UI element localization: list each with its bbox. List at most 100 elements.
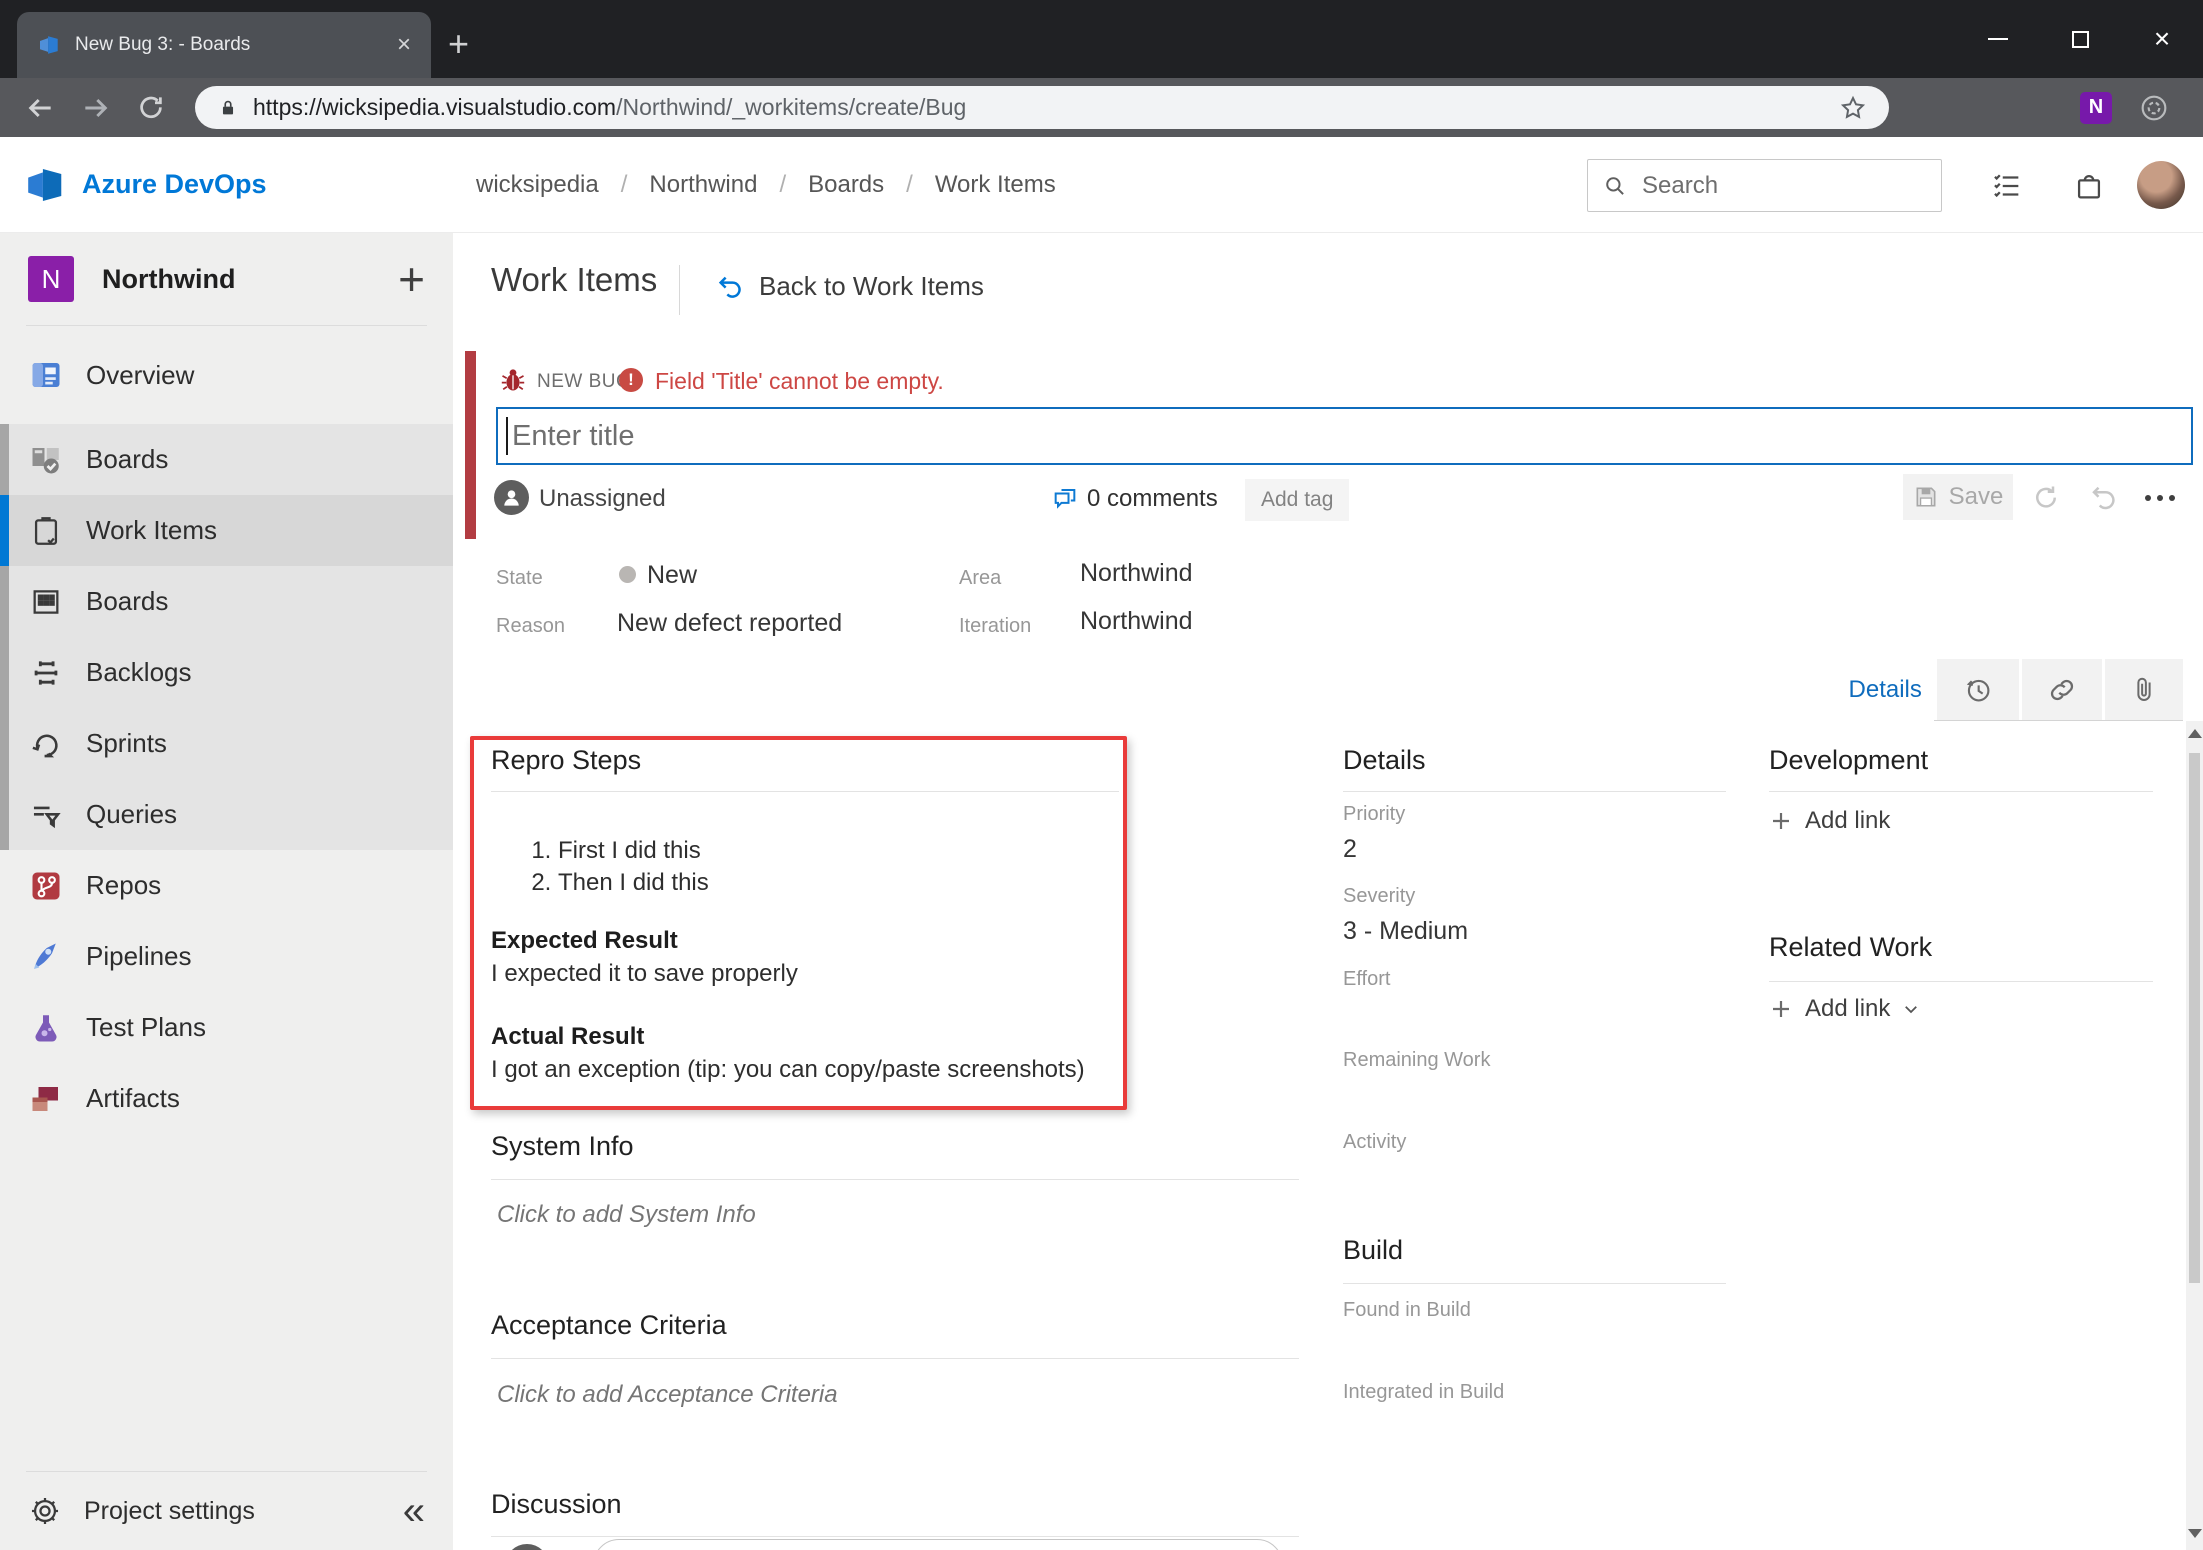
back-to-work-items-link[interactable]: Back to Work Items [715, 271, 984, 302]
assignee-avatar-icon[interactable] [494, 480, 529, 515]
maximize-button[interactable] [2039, 0, 2121, 78]
azure-devops-logo[interactable]: Azure DevOps [24, 164, 267, 206]
user-avatar[interactable] [2137, 161, 2185, 209]
sidebar-item-artifacts[interactable]: Artifacts [0, 1063, 453, 1134]
priority-value[interactable]: 2 [1343, 835, 1357, 864]
sidebar-item-boards[interactable]: Boards [0, 566, 453, 637]
bookmark-star-icon[interactable] [1839, 94, 1867, 122]
add-link-label: Add link [1805, 995, 1890, 1023]
search-input[interactable] [1642, 172, 1892, 200]
reason-value[interactable]: New defect reported [617, 609, 842, 638]
repro-steps-list[interactable]: First I did this Then I did this [528, 835, 709, 899]
sidebar-item-sprints[interactable]: Sprints [0, 708, 453, 779]
add-link-label: Add link [1805, 807, 1890, 835]
collapse-sidebar-icon[interactable]: « [403, 1491, 425, 1531]
comments-count[interactable]: 0 comments [1087, 485, 1218, 513]
project-settings-button[interactable]: Project settings « [0, 1472, 453, 1550]
my-work-items-icon[interactable] [1990, 169, 2024, 203]
extension-icon[interactable] [2196, 94, 2203, 122]
related-work-title: Related Work [1769, 932, 1932, 963]
sidebar-item-label: Backlogs [86, 657, 192, 688]
back-button[interactable] [24, 92, 56, 124]
breadcrumb-separator: / [906, 171, 913, 199]
sidebar-item-work-items[interactable]: Work Items [0, 495, 453, 566]
extension-icon[interactable] [2138, 92, 2170, 124]
scrollbar-thumb[interactable] [2189, 753, 2200, 1283]
assignee-field[interactable]: Unassigned [539, 485, 666, 513]
more-actions-icon[interactable] [2145, 495, 2175, 501]
effort-label: Effort [1343, 968, 1390, 991]
plus-icon [1769, 997, 1793, 1021]
scrollbar[interactable] [2186, 721, 2203, 1550]
error-icon: ! [619, 368, 643, 392]
system-info-placeholder[interactable]: Click to add System Info [497, 1201, 756, 1229]
minimize-button[interactable] [1957, 0, 2039, 78]
title-input[interactable] [496, 407, 2193, 465]
sidebar-item-label: Boards [86, 586, 168, 617]
iteration-label: Iteration [959, 615, 1031, 638]
section-divider [491, 1536, 1299, 1537]
breadcrumb-separator: / [779, 171, 786, 199]
area-value[interactable]: Northwind [1080, 559, 1193, 588]
build-panel-title: Build [1343, 1235, 1403, 1266]
address-bar[interactable]: https://wicksipedia.visualstudio.com/Nor… [195, 86, 1889, 129]
breadcrumb-project[interactable]: Northwind [649, 171, 757, 199]
project-switcher[interactable]: N Northwind + [0, 233, 453, 325]
save-button[interactable]: Save [1903, 474, 2013, 520]
brand-name[interactable]: Azure DevOps [82, 169, 267, 200]
state-label: State [496, 567, 543, 590]
project-settings-label: Project settings [84, 1497, 403, 1526]
text-caret [506, 417, 508, 455]
backlogs-icon [28, 655, 64, 691]
forward-button[interactable] [80, 92, 112, 124]
work-item-type: NEW BUG [537, 371, 631, 393]
work-items-icon [28, 513, 64, 549]
tab-history[interactable] [1937, 659, 2019, 720]
acceptance-criteria-placeholder[interactable]: Click to add Acceptance Criteria [497, 1381, 838, 1409]
undo-icon[interactable] [2089, 482, 2119, 512]
sidebar-item-queries[interactable]: Queries [0, 779, 453, 850]
url-path: /Northwind/_workitems/create/Bug [616, 94, 966, 121]
sidebar-footer: Project settings « [0, 1471, 453, 1550]
sidebar-item-label: Boards [86, 444, 168, 475]
validation-error: Field 'Title' cannot be empty. [655, 368, 944, 395]
refresh-icon[interactable] [2031, 482, 2061, 512]
scroll-down-icon[interactable] [2188, 1529, 2202, 1538]
state-value[interactable]: New [647, 561, 697, 590]
development-add-link-button[interactable]: Add link [1769, 807, 1890, 835]
breadcrumb-page[interactable]: Work Items [935, 171, 1056, 199]
sidebar-item-test-plans[interactable]: Test Plans [0, 992, 453, 1063]
chevron-down-icon [1902, 1000, 1920, 1018]
marketplace-bag-icon[interactable] [2072, 169, 2106, 203]
tab-attachments[interactable] [2105, 659, 2183, 720]
related-work-add-link-button[interactable]: Add link [1769, 995, 1920, 1023]
breadcrumb-hub[interactable]: Boards [808, 171, 884, 199]
tab-links[interactable] [2022, 659, 2103, 720]
reload-button[interactable] [136, 93, 166, 123]
iteration-value[interactable]: Northwind [1080, 607, 1193, 636]
tab-details[interactable]: Details [1836, 659, 1934, 720]
discussion-input[interactable] [593, 1539, 1283, 1550]
breadcrumb-org[interactable]: wicksipedia [476, 171, 599, 199]
sidebar-item-repos[interactable]: Repos [0, 850, 453, 921]
severity-value[interactable]: 3 - Medium [1343, 917, 1468, 946]
section-divider [1343, 1283, 1726, 1284]
tab-close-icon[interactable]: × [397, 33, 411, 57]
new-tab-button[interactable]: + [448, 26, 469, 62]
priority-label: Priority [1343, 803, 1405, 826]
sidebar-item-pipelines[interactable]: Pipelines [0, 921, 453, 992]
scroll-up-icon[interactable] [2188, 729, 2202, 738]
close-button[interactable]: × [2121, 0, 2203, 78]
sidebar-item-overview[interactable]: Overview [0, 326, 453, 424]
sidebar-item-boards-hub[interactable]: Boards [0, 424, 453, 495]
add-project-icon[interactable]: + [398, 259, 425, 299]
onenote-extension-icon[interactable]: N [2080, 92, 2112, 124]
found-in-build-label: Found in Build [1343, 1299, 1471, 1322]
sidebar-item-backlogs[interactable]: Backlogs [0, 637, 453, 708]
search-box[interactable] [1587, 159, 1942, 212]
search-icon [1602, 173, 1628, 199]
area-label: Area [959, 567, 1001, 590]
browser-tab[interactable]: New Bug 3: - Boards × [17, 12, 431, 78]
sidebar-item-label: Test Plans [86, 1012, 206, 1043]
add-tag-button[interactable]: Add tag [1245, 479, 1349, 521]
